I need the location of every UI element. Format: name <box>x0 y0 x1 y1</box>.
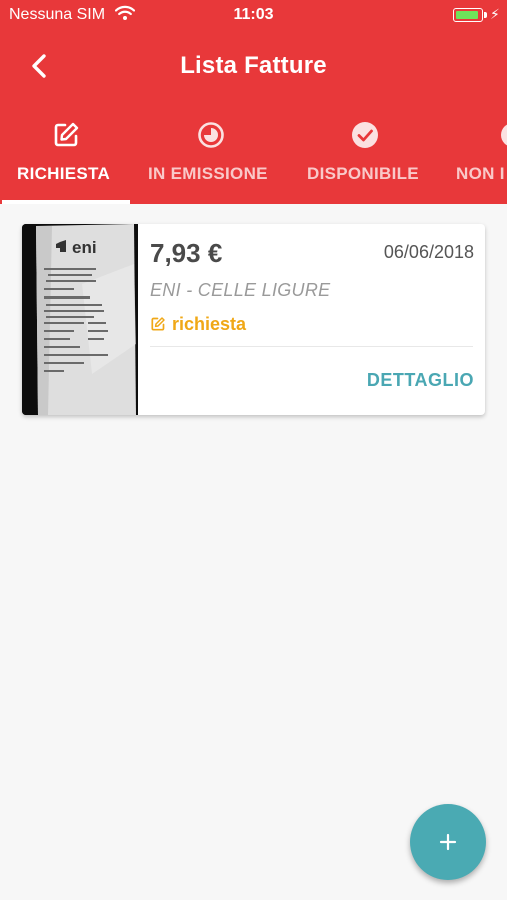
partial-circle-icon <box>501 124 507 146</box>
plus-icon <box>439 833 457 851</box>
tab-label: IN EMISSIONE <box>148 164 268 183</box>
battery-nub <box>484 12 487 18</box>
clock-half-icon <box>198 122 224 148</box>
receipt-thumbnail: eni <box>22 224 138 415</box>
check-circle-icon <box>352 122 378 148</box>
detail-button[interactable]: DETTAGLIO <box>367 370 474 391</box>
active-tab-indicator <box>2 200 130 204</box>
card-divider <box>150 346 473 347</box>
charging-icon: ⚡ <box>490 6 500 22</box>
battery-icon <box>453 8 483 22</box>
app-header: Nessuna SIM 11:03 ⚡ Lista Fatture RICHIE… <box>0 0 507 204</box>
edit-icon <box>151 317 165 331</box>
invoice-merchant: ENI - CELLE LIGURE <box>150 280 331 300</box>
svg-text:eni: eni <box>72 238 97 257</box>
tab-richiesta[interactable]: RICHIESTA <box>0 110 132 204</box>
tab-label: NON I <box>456 164 505 183</box>
tab-non[interactable]: NON I <box>440 110 507 204</box>
status-label: richiesta <box>172 314 247 334</box>
add-invoice-button[interactable] <box>410 804 486 880</box>
tab-label: RICHIESTA <box>17 164 111 183</box>
clock: 11:03 <box>233 6 274 23</box>
tab-label: DISPONIBILE <box>307 164 419 183</box>
edit-icon <box>54 122 79 147</box>
nav-bar: Lista Fatture <box>0 30 507 102</box>
tab-bar: RICHIESTA IN EMISSIONE DISPONIBILE NON I <box>0 110 507 204</box>
invoice-card[interactable]: eni 7,93 € 06/06/2018 ENI - CELLE LIGURE… <box>22 224 485 415</box>
invoice-amount: 7,93 € <box>150 238 223 268</box>
invoice-date: 06/06/2018 <box>383 242 474 262</box>
tab-disponibile[interactable]: DISPONIBILE <box>290 110 440 204</box>
status-bar: Nessuna SIM 11:03 ⚡ <box>0 0 507 30</box>
status-badge: richiesta <box>150 314 246 335</box>
page-title: Lista Fatture <box>180 52 327 79</box>
tab-in-emissione[interactable]: IN EMISSIONE <box>132 110 290 204</box>
